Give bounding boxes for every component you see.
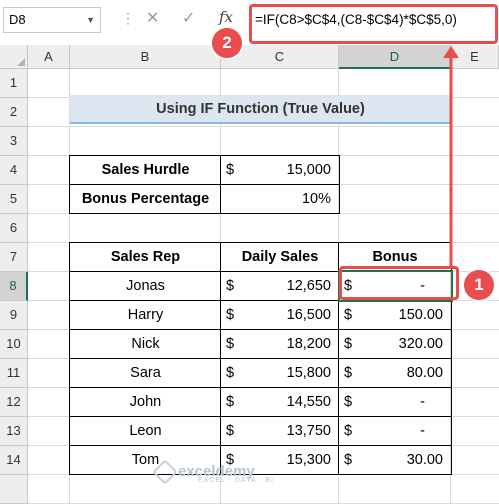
- callout-badge-1: 1: [462, 268, 496, 302]
- watermark-logo: exceldemy EXCEL · DATA · BI: [152, 459, 274, 485]
- arrow-head: [443, 46, 459, 58]
- arrow-overlay: [443, 46, 459, 266]
- watermark-tagline: EXCEL · DATA · BI: [198, 477, 274, 484]
- callout-badge-2: 2: [210, 26, 244, 60]
